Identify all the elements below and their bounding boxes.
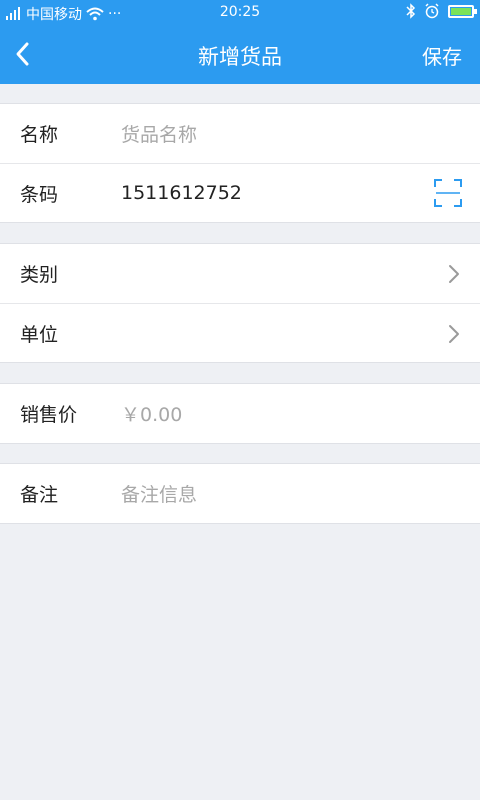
name-input[interactable]: 货品名称 bbox=[121, 120, 197, 147]
status-bar: 中国移动 ··· 20:25 bbox=[0, 0, 480, 26]
note-input[interactable]: 备注信息 bbox=[121, 480, 197, 507]
barcode-input[interactable]: 1511612752 bbox=[121, 182, 242, 204]
price-row[interactable]: 销售价 ￥0.00 bbox=[0, 384, 480, 443]
note-label: 备注 bbox=[20, 484, 59, 506]
page-title: 新增货品 bbox=[198, 45, 282, 69]
name-row[interactable]: 名称 货品名称 bbox=[0, 104, 480, 163]
price-group: 销售价 ￥0.00 bbox=[0, 383, 480, 444]
bluetooth-icon bbox=[406, 3, 416, 19]
barcode-row[interactable]: 条码 1511612752 bbox=[0, 163, 480, 222]
alarm-icon bbox=[425, 3, 439, 19]
classification-group: 类别 单位 bbox=[0, 243, 480, 363]
chevron-right-icon bbox=[449, 325, 459, 343]
basic-info-group: 名称 货品名称 条码 1511612752 bbox=[0, 103, 480, 223]
unit-row[interactable]: 单位 bbox=[0, 303, 480, 362]
price-label: 销售价 bbox=[20, 404, 78, 426]
nav-bar: 新增货品 保存 bbox=[0, 26, 480, 84]
unit-label: 单位 bbox=[20, 323, 59, 346]
note-row[interactable]: 备注 备注信息 bbox=[0, 464, 480, 523]
category-label: 类别 bbox=[20, 264, 59, 286]
scan-icon[interactable] bbox=[434, 179, 462, 207]
status-right bbox=[406, 3, 477, 19]
chevron-right-icon bbox=[449, 265, 459, 283]
category-row[interactable]: 类别 bbox=[0, 244, 480, 303]
name-label: 名称 bbox=[20, 124, 59, 146]
note-group: 备注 备注信息 bbox=[0, 463, 480, 524]
save-button[interactable]: 保存 bbox=[422, 41, 462, 70]
barcode-label: 条码 bbox=[20, 183, 59, 206]
battery-icon bbox=[448, 4, 477, 18]
price-input[interactable]: ￥0.00 bbox=[121, 400, 182, 427]
